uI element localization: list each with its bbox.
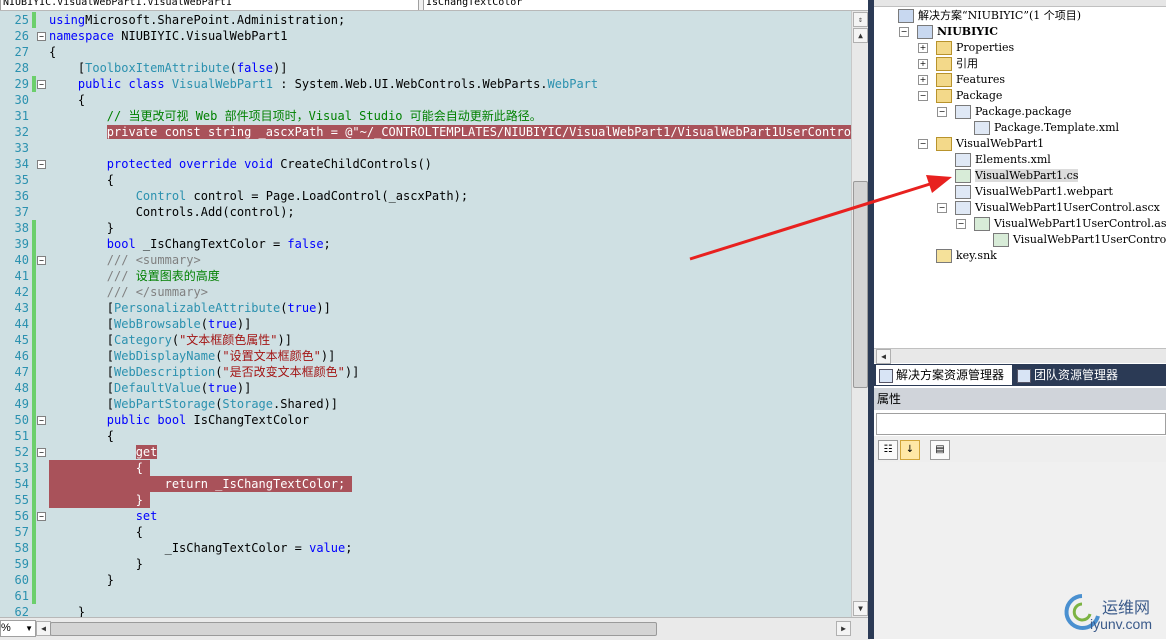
- watermark-title: 运维网: [1102, 600, 1151, 617]
- site-watermark: 运维网 iyunv.com: [1060, 590, 1166, 634]
- arrow-head-icon: [926, 175, 952, 193]
- watermark-url: iyunv.com: [1090, 616, 1152, 632]
- arrow-shaft: [689, 182, 931, 261]
- annotation-arrow: [689, 175, 952, 261]
